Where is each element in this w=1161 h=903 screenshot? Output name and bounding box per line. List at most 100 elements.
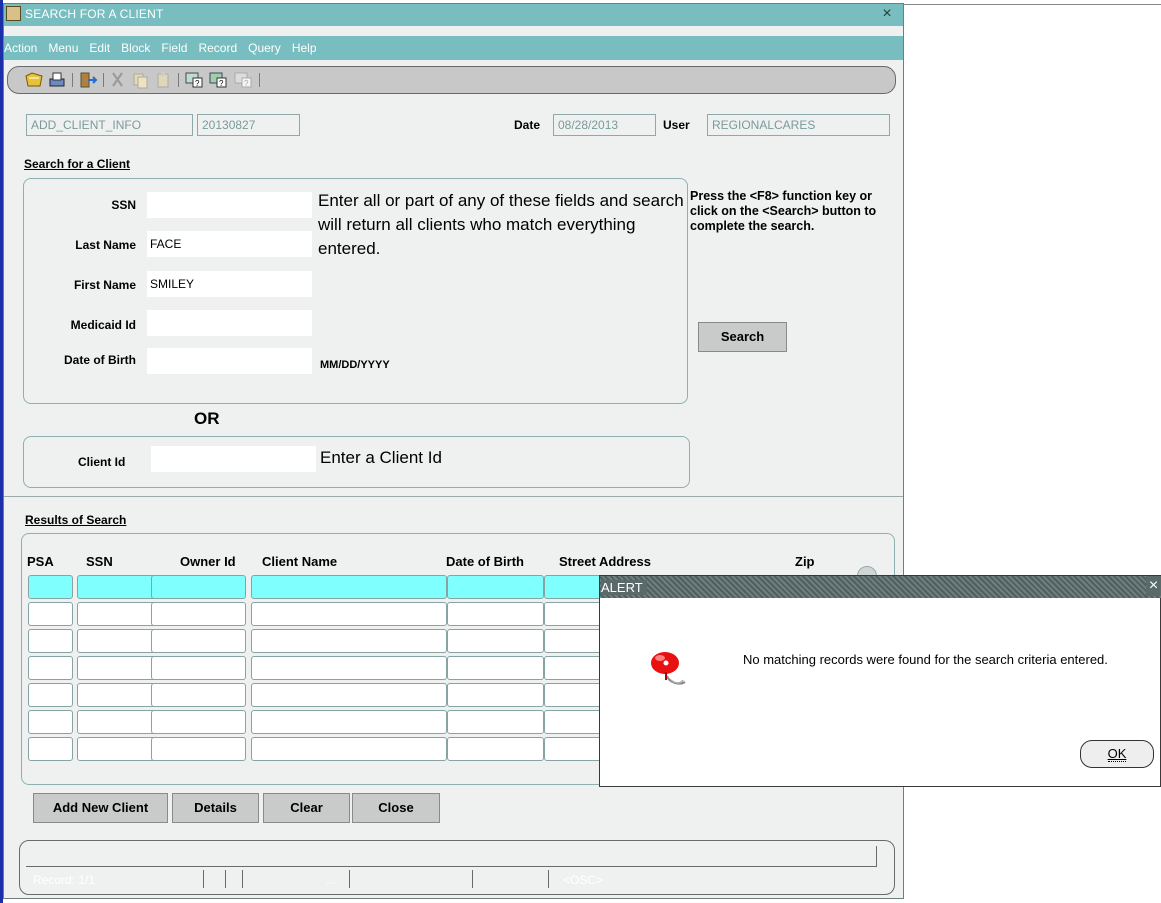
alert-message: No matching records were found for the s… xyxy=(743,652,1108,667)
user-label: User xyxy=(663,118,690,132)
ok-button[interactable]: OK xyxy=(1080,740,1154,768)
table-cell[interactable] xyxy=(544,656,604,680)
table-cell[interactable] xyxy=(151,629,246,653)
details-button[interactable]: Details xyxy=(172,793,259,823)
alert-title-bar xyxy=(600,576,1161,598)
table-cell[interactable] xyxy=(447,629,544,653)
svg-text:?: ? xyxy=(244,79,249,88)
table-cell[interactable] xyxy=(251,683,447,707)
table-cell[interactable] xyxy=(28,737,73,761)
save-icon[interactable] xyxy=(24,70,44,90)
client-id-hint: Enter a Client Id xyxy=(320,448,442,467)
table-cell[interactable] xyxy=(28,683,73,707)
table-cell[interactable] xyxy=(447,710,544,734)
desktop-divider xyxy=(904,4,1161,5)
alert-title: ALERT xyxy=(601,580,647,595)
menu-record[interactable]: Record xyxy=(198,41,237,55)
alert-close-button[interactable]: × xyxy=(1146,576,1161,596)
toolbar-separator xyxy=(103,73,104,87)
table-cell[interactable] xyxy=(544,683,604,707)
col-client-name: Client Name xyxy=(262,554,338,569)
table-cell[interactable] xyxy=(151,602,246,626)
paste-icon[interactable] xyxy=(153,70,173,90)
table-cell[interactable] xyxy=(151,683,246,707)
table-cell[interactable] xyxy=(28,575,73,599)
status-ellipsis: ... xyxy=(326,873,337,887)
menu-help[interactable]: Help xyxy=(292,41,317,55)
table-cell[interactable] xyxy=(544,602,604,626)
table-cell[interactable] xyxy=(544,737,604,761)
svg-text:?: ? xyxy=(219,79,224,88)
or-label: OR xyxy=(194,409,220,428)
window-close-button[interactable]: × xyxy=(878,5,896,23)
table-cell[interactable] xyxy=(251,602,447,626)
status-divider xyxy=(349,870,350,888)
cancel-query-icon[interactable]: ? xyxy=(233,70,253,90)
alarm-bell-icon xyxy=(651,652,686,685)
table-cell[interactable] xyxy=(28,656,73,680)
table-cell[interactable] xyxy=(28,629,73,653)
table-cell[interactable] xyxy=(251,629,447,653)
col-date-of-birth: Date of Birth xyxy=(446,554,524,569)
table-cell[interactable] xyxy=(251,737,447,761)
client-id-label: Client Id xyxy=(78,455,126,469)
ssn-input[interactable] xyxy=(147,192,312,218)
table-cell[interactable] xyxy=(251,710,447,734)
table-cell[interactable] xyxy=(251,656,447,680)
table-cell[interactable] xyxy=(151,575,246,599)
medicaid-id-input[interactable] xyxy=(147,310,312,336)
clear-button[interactable]: Clear xyxy=(263,793,350,823)
table-cell[interactable] xyxy=(28,710,73,734)
first-name-input[interactable]: SMILEY xyxy=(147,271,312,297)
medicaid-id-label: Medicaid Id xyxy=(70,318,136,332)
last-name-input[interactable]: FACE xyxy=(147,231,312,257)
table-cell[interactable] xyxy=(544,629,604,653)
menu-query[interactable]: Query xyxy=(248,41,281,55)
copy-icon[interactable] xyxy=(130,70,150,90)
menu-items: Action Menu Edit Block Field Record Query Help xyxy=(4,41,317,55)
window-title: SEARCH FOR A CLIENT xyxy=(25,7,164,21)
toolbar-separator xyxy=(178,73,179,87)
table-cell[interactable] xyxy=(447,737,544,761)
enter-query-icon[interactable]: ? xyxy=(184,70,204,90)
close-button[interactable]: Close xyxy=(352,793,440,823)
exit-icon[interactable] xyxy=(78,70,98,90)
user-field: REGIONALCARES xyxy=(707,114,890,136)
menu-block[interactable]: Block xyxy=(121,41,150,55)
col-ssn: SSN xyxy=(86,554,113,569)
menu-edit[interactable]: Edit xyxy=(89,41,110,55)
svg-text:?: ? xyxy=(195,79,200,88)
table-cell[interactable] xyxy=(151,737,246,761)
table-cell[interactable] xyxy=(544,710,604,734)
table-cell[interactable] xyxy=(447,575,544,599)
table-cell[interactable] xyxy=(544,575,604,599)
table-cell[interactable] xyxy=(151,710,246,734)
status-divider xyxy=(203,870,204,888)
col-zip: Zip xyxy=(795,554,815,569)
menu-menu[interactable]: Menu xyxy=(48,41,78,55)
client-id-input[interactable] xyxy=(151,446,316,472)
table-cell[interactable] xyxy=(28,602,73,626)
print-icon[interactable] xyxy=(47,70,67,90)
col-psa: PSA xyxy=(27,554,54,569)
add-new-client-button[interactable]: Add New Client xyxy=(33,793,168,823)
execute-query-icon[interactable]: ? xyxy=(208,70,228,90)
status-divider xyxy=(472,870,473,888)
table-cell[interactable] xyxy=(447,683,544,707)
dob-format-hint: MM/DD/YYYY xyxy=(320,359,390,371)
search-button[interactable]: Search xyxy=(698,322,787,352)
table-cell[interactable] xyxy=(251,575,447,599)
dob-input[interactable] xyxy=(147,348,312,374)
cut-icon[interactable] xyxy=(108,70,128,90)
status-divider xyxy=(548,870,549,888)
status-bar xyxy=(19,840,895,895)
first-name-label: First Name xyxy=(73,278,136,292)
date-field: 08/28/2013 xyxy=(553,114,656,136)
toolbar-separator xyxy=(72,73,73,87)
status-line xyxy=(26,866,877,867)
menu-field[interactable]: Field xyxy=(161,41,187,55)
table-cell[interactable] xyxy=(447,656,544,680)
table-cell[interactable] xyxy=(151,656,246,680)
menu-action[interactable]: Action xyxy=(4,41,37,55)
table-cell[interactable] xyxy=(447,602,544,626)
